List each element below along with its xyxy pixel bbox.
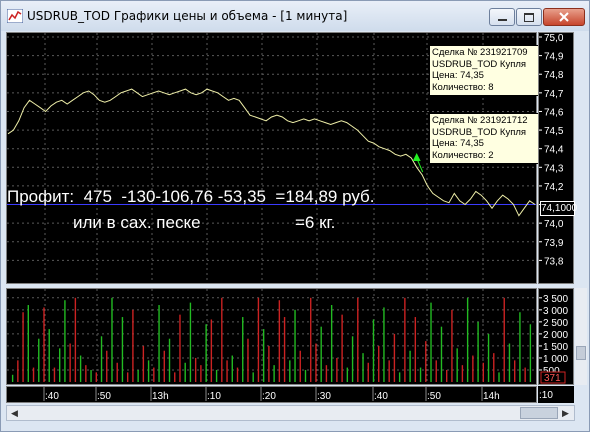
price-axis-tick-label: 74,3 [544, 163, 564, 174]
time-axis-tick-label: 13h [152, 391, 169, 402]
time-axis-tick-label: :50 [427, 391, 441, 402]
tooltip-2-instrument: USDRUB_TOD Купля [432, 126, 527, 138]
time-axis-tick-label: :30 [317, 391, 331, 402]
volume-scale[interactable]: 3 500 3 000 2 500 2 000 1 500 1 000 500 371 [538, 288, 574, 385]
volume-axis-tick-label: 3 500 [543, 294, 568, 305]
price-axis-tick-label: 74,4 [544, 145, 564, 156]
trade-tooltip-2: Сделка № 231921712 USDRUB_TOD Купля Цена… [429, 113, 540, 164]
vertical-scroll-thumb[interactable] [576, 346, 586, 360]
price-axis-tick-label: 74,7 [544, 89, 564, 100]
volume-vertical-scrollbar[interactable] [575, 288, 587, 385]
close-button[interactable] [543, 8, 585, 26]
price-axis-tick-label: 75,0 [544, 33, 564, 44]
time-tick-last: :10 [539, 390, 553, 401]
volume-chart [7, 289, 536, 384]
volume-axis-tick-label: 1 500 [543, 342, 568, 353]
price-scale[interactable]: 75,0 74,9 74,8 74,7 74,6 74,5 74,4 74,3 74,2 74,1… [538, 32, 578, 284]
tooltip-2-deal: Сделка № 231921712 [432, 115, 528, 126]
time-axis-end: :10 [538, 386, 574, 403]
title-bar[interactable]: USDRUB_TOD Графики цены и объема - [1 ми… [1, 1, 589, 31]
volume-axis-tick-label: 1 000 [543, 354, 568, 365]
time-axis-tick-label: :40 [45, 391, 59, 402]
scroll-left-icon[interactable]: ◀ [7, 406, 22, 420]
volume-chart-panel[interactable] [6, 288, 537, 385]
tooltip-1-price: Цена: 74,35 [432, 70, 484, 81]
profit-text-line-1: Профит: 475 -130-106,76 -53,35 =184,89 р… [7, 187, 375, 206]
horizontal-scrollbar[interactable]: ◀ ▶ [6, 405, 575, 421]
chart-window: USDRUB_TOD Графики цены и объема - [1 ми… [0, 0, 590, 432]
price-axis-tick-label: 73,8 [544, 256, 564, 267]
minimize-button[interactable] [489, 8, 515, 26]
price-axis-tick-label: 74,8 [544, 70, 564, 81]
price-axis-tick-label: 74,5 [544, 126, 564, 137]
time-axis-tick-label: 14h [483, 391, 500, 402]
price-axis-tick-label: 74,6 [544, 107, 564, 118]
price-axis-tick-label: 74,0 [544, 219, 564, 230]
horizontal-scroll-thumb[interactable] [520, 407, 558, 419]
price-axis-tick-label: 73,9 [544, 238, 564, 249]
tooltip-2-qty: Количество: 2 [432, 149, 494, 161]
tooltip-1-deal: Сделка № 231921709 [432, 47, 528, 58]
price-chart-panel[interactable]: Сделка № 231921709 USDRUB_TOD Купля Цена… [6, 32, 540, 284]
minimize-icon [498, 19, 507, 21]
tooltip-2-price: Цена: 74,35 [432, 138, 484, 149]
current-price-label: 74,1000 [540, 201, 578, 216]
price-axis-tick-label: 74,2 [544, 182, 564, 193]
price-axis-tick-label: 74,9 [544, 52, 564, 63]
time-axis-tick-label: :50 [97, 391, 111, 402]
volume-badge-label: 371 [544, 373, 561, 384]
time-axis-ticks: :40 :50 13h :10 :20 :30 :40 :50 14h [43, 387, 500, 402]
profit-text-line-2: или в сах. песке =6 кг. [73, 213, 336, 232]
price-axis: 75,074,974,874,774,674,574,474,374,274,1… [539, 33, 564, 267]
maximize-icon [524, 13, 534, 22]
volume-axis-tick-label: 2 000 [543, 330, 568, 341]
volume-axis: 3 5003 0002 5002 0001 5001 000500371 [539, 294, 568, 384]
time-axis-tick-label: :40 [374, 391, 388, 402]
time-axis: :40 :50 13h :10 :20 :30 :40 :50 14h [6, 386, 537, 403]
window-title: USDRUB_TOD Графики цены и объема - [1 ми… [27, 9, 348, 23]
volume-axis-tick-label: 2 500 [543, 318, 568, 329]
trade-marker [412, 153, 421, 161]
volume-axis-tick-label: 3 000 [543, 306, 568, 317]
close-icon [559, 12, 569, 22]
time-axis-tick-label: :10 [207, 391, 221, 402]
chart-app-icon [7, 9, 23, 23]
tooltip-1-instrument: USDRUB_TOD Купля [432, 58, 527, 70]
scroll-right-icon[interactable]: ▶ [558, 406, 573, 420]
tooltip-1-qty: Количество: 8 [432, 81, 494, 93]
maximize-button[interactable] [516, 8, 542, 26]
time-axis-tick-label: :20 [262, 391, 276, 402]
trade-tooltip-1: Сделка № 231921709 USDRUB_TOD Купля Цена… [429, 45, 540, 96]
